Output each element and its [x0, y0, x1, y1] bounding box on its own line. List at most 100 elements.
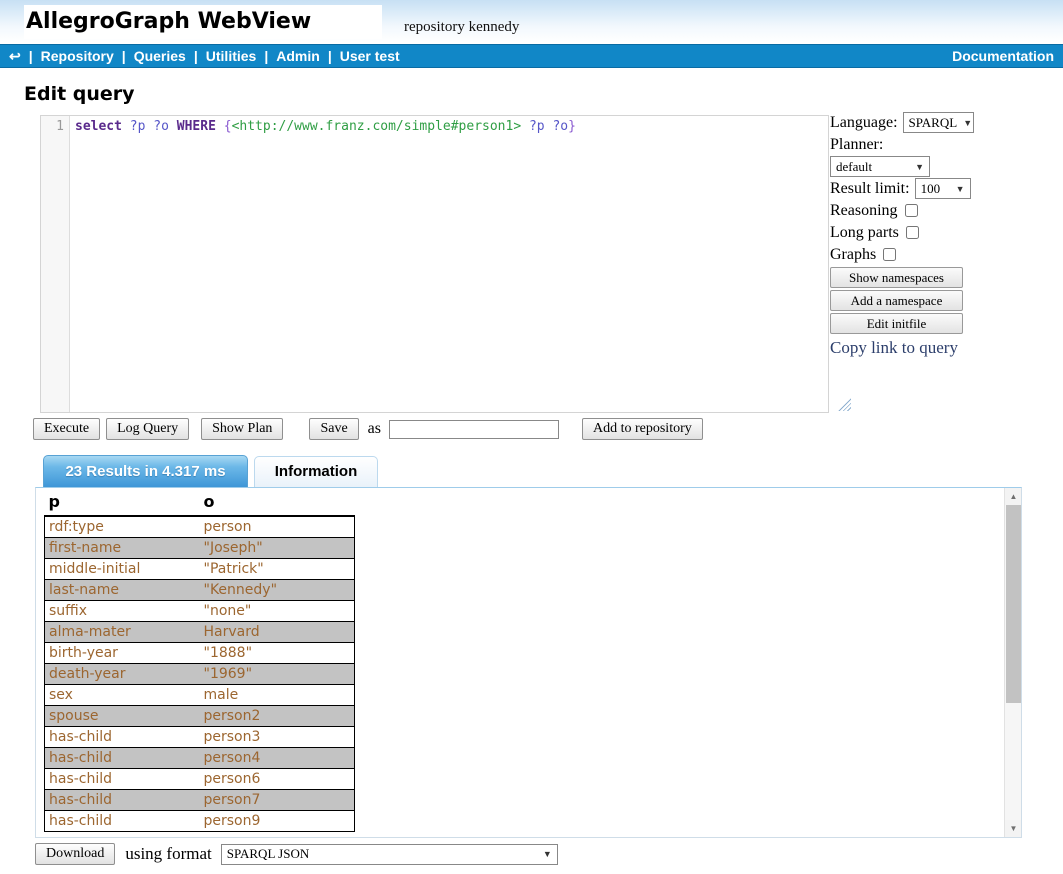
language-select[interactable]: SPARQL ▼ — [903, 112, 974, 133]
language-row: Language: SPARQL ▼ — [830, 112, 1063, 133]
download-format-value: SPARQL JSON — [227, 846, 310, 862]
table-row[interactable]: suffix"none" — [45, 601, 355, 622]
save-as-label: as — [368, 420, 381, 438]
show-plan-button[interactable]: Show Plan — [201, 418, 283, 440]
table-cell: spouse — [45, 706, 200, 727]
query-toolbar: Execute Log Query Show Plan Save as Add … — [33, 418, 703, 440]
code-token: { — [224, 119, 232, 134]
nav-item-user-test[interactable]: User test — [340, 48, 400, 64]
table-header-row: p o — [45, 491, 355, 516]
table-cell: has-child — [45, 769, 200, 790]
code-token — [521, 119, 529, 134]
chevron-down-icon: ▼ — [956, 184, 965, 194]
chevron-down-icon: ▼ — [963, 118, 972, 128]
table-cell: person2 — [200, 706, 355, 727]
show-namespaces-button[interactable]: Show namespaces — [830, 267, 963, 288]
tab-information[interactable]: Information — [254, 456, 378, 487]
reasoning-label: Reasoning — [830, 202, 898, 220]
nav-separator: | — [264, 48, 268, 64]
copy-link-to-query-link[interactable]: Copy link to query — [830, 338, 1063, 358]
result-limit-row: Result limit: 100 ▼ — [830, 178, 1063, 199]
repository-label: repository kennedy — [404, 19, 519, 36]
back-arrow-icon[interactable]: ↩ — [9, 48, 21, 65]
table-row[interactable]: has-childperson4 — [45, 748, 355, 769]
download-format-select[interactable]: SPARQL JSON ▼ — [221, 844, 558, 865]
tab-results[interactable]: 23 Results in 4.317 ms — [43, 455, 248, 487]
table-cell: has-child — [45, 811, 200, 832]
nav-separator: | — [29, 48, 33, 64]
nav-item-utilities[interactable]: Utilities — [206, 48, 257, 64]
reasoning-checkbox[interactable] — [905, 204, 918, 217]
column-header-o[interactable]: o — [200, 491, 355, 516]
code-line[interactable]: select ?p ?o WHERE {<http://www.franz.co… — [70, 116, 576, 412]
table-row[interactable]: first-name"Joseph" — [45, 538, 355, 559]
app-title: AllegroGraph WebView — [24, 5, 382, 39]
scroll-down-icon[interactable]: ▼ — [1005, 820, 1022, 837]
planner-value: default — [836, 159, 872, 175]
editor-resize-handle[interactable] — [838, 398, 851, 411]
table-cell: "Joseph" — [200, 538, 355, 559]
results-tabbar: 23 Results in 4.317 ms Information — [43, 455, 378, 487]
add-namespace-button[interactable]: Add a namespace — [830, 290, 963, 311]
code-token: <http://www.franz.com/simple#person1> — [232, 119, 522, 134]
log-query-button[interactable]: Log Query — [106, 418, 189, 440]
nav-item-repository[interactable]: Repository — [41, 48, 114, 64]
edit-initfile-button[interactable]: Edit initfile — [830, 313, 963, 334]
results-panel: p o rdf:typepersonfirst-name"Joseph"midd… — [35, 487, 1022, 838]
long-parts-checkbox[interactable] — [906, 226, 919, 239]
column-header-p[interactable]: p — [45, 491, 200, 516]
code-token — [216, 119, 224, 134]
table-cell: person4 — [200, 748, 355, 769]
code-token: ?p — [130, 119, 146, 134]
chevron-down-icon: ▼ — [915, 162, 924, 172]
table-cell: "1969" — [200, 664, 355, 685]
download-bar: Download using format SPARQL JSON ▼ — [35, 843, 558, 865]
table-row[interactable]: has-childperson9 — [45, 811, 355, 832]
table-row[interactable]: spouseperson2 — [45, 706, 355, 727]
table-cell: rdf:type — [45, 516, 200, 538]
table-cell: has-child — [45, 727, 200, 748]
execute-button[interactable]: Execute — [33, 418, 100, 440]
nav-item-admin[interactable]: Admin — [276, 48, 320, 64]
planner-label: Planner: — [830, 136, 883, 154]
query-options-sidebar: Language: SPARQL ▼ Planner: default ▼ Re… — [830, 112, 1063, 358]
add-to-repository-button[interactable]: Add to repository — [582, 418, 703, 440]
save-button[interactable]: Save — [309, 418, 358, 440]
table-row[interactable]: has-childperson6 — [45, 769, 355, 790]
table-row[interactable]: has-childperson3 — [45, 727, 355, 748]
save-name-input[interactable] — [389, 420, 559, 439]
language-label: Language: — [830, 114, 898, 132]
graphs-checkbox[interactable] — [883, 248, 896, 261]
table-row[interactable]: birth-year"1888" — [45, 643, 355, 664]
code-token — [122, 119, 130, 134]
table-row[interactable]: rdf:typeperson — [45, 516, 355, 538]
table-row[interactable]: has-childperson7 — [45, 790, 355, 811]
table-cell: Harvard — [200, 622, 355, 643]
download-button[interactable]: Download — [35, 843, 115, 865]
code-token: select — [75, 119, 122, 134]
results-table-body: rdf:typepersonfirst-name"Joseph"middle-i… — [45, 516, 355, 832]
documentation-link[interactable]: Documentation — [952, 48, 1054, 64]
code-token: } — [568, 119, 576, 134]
graphs-label: Graphs — [830, 246, 876, 264]
table-cell: alma-mater — [45, 622, 200, 643]
table-cell: sex — [45, 685, 200, 706]
scrollbar-thumb[interactable] — [1006, 505, 1021, 703]
planner-select[interactable]: default ▼ — [830, 156, 930, 177]
table-cell: death-year — [45, 664, 200, 685]
result-limit-select[interactable]: 100 ▼ — [915, 178, 971, 199]
table-cell: first-name — [45, 538, 200, 559]
table-row[interactable]: alma-materHarvard — [45, 622, 355, 643]
query-editor[interactable]: 1 select ?p ?o WHERE {<http://www.franz.… — [40, 115, 829, 413]
scroll-up-icon[interactable]: ▲ — [1005, 488, 1022, 505]
table-cell: last-name — [45, 580, 200, 601]
table-row[interactable]: death-year"1969" — [45, 664, 355, 685]
table-row[interactable]: middle-initial"Patrick" — [45, 559, 355, 580]
nav-item-queries[interactable]: Queries — [134, 48, 186, 64]
table-row[interactable]: last-name"Kennedy" — [45, 580, 355, 601]
planner-label-row: Planner: — [830, 134, 1063, 155]
table-cell: has-child — [45, 748, 200, 769]
table-cell: male — [200, 685, 355, 706]
results-scrollbar[interactable]: ▲ ▼ — [1004, 488, 1021, 837]
table-row[interactable]: sexmale — [45, 685, 355, 706]
